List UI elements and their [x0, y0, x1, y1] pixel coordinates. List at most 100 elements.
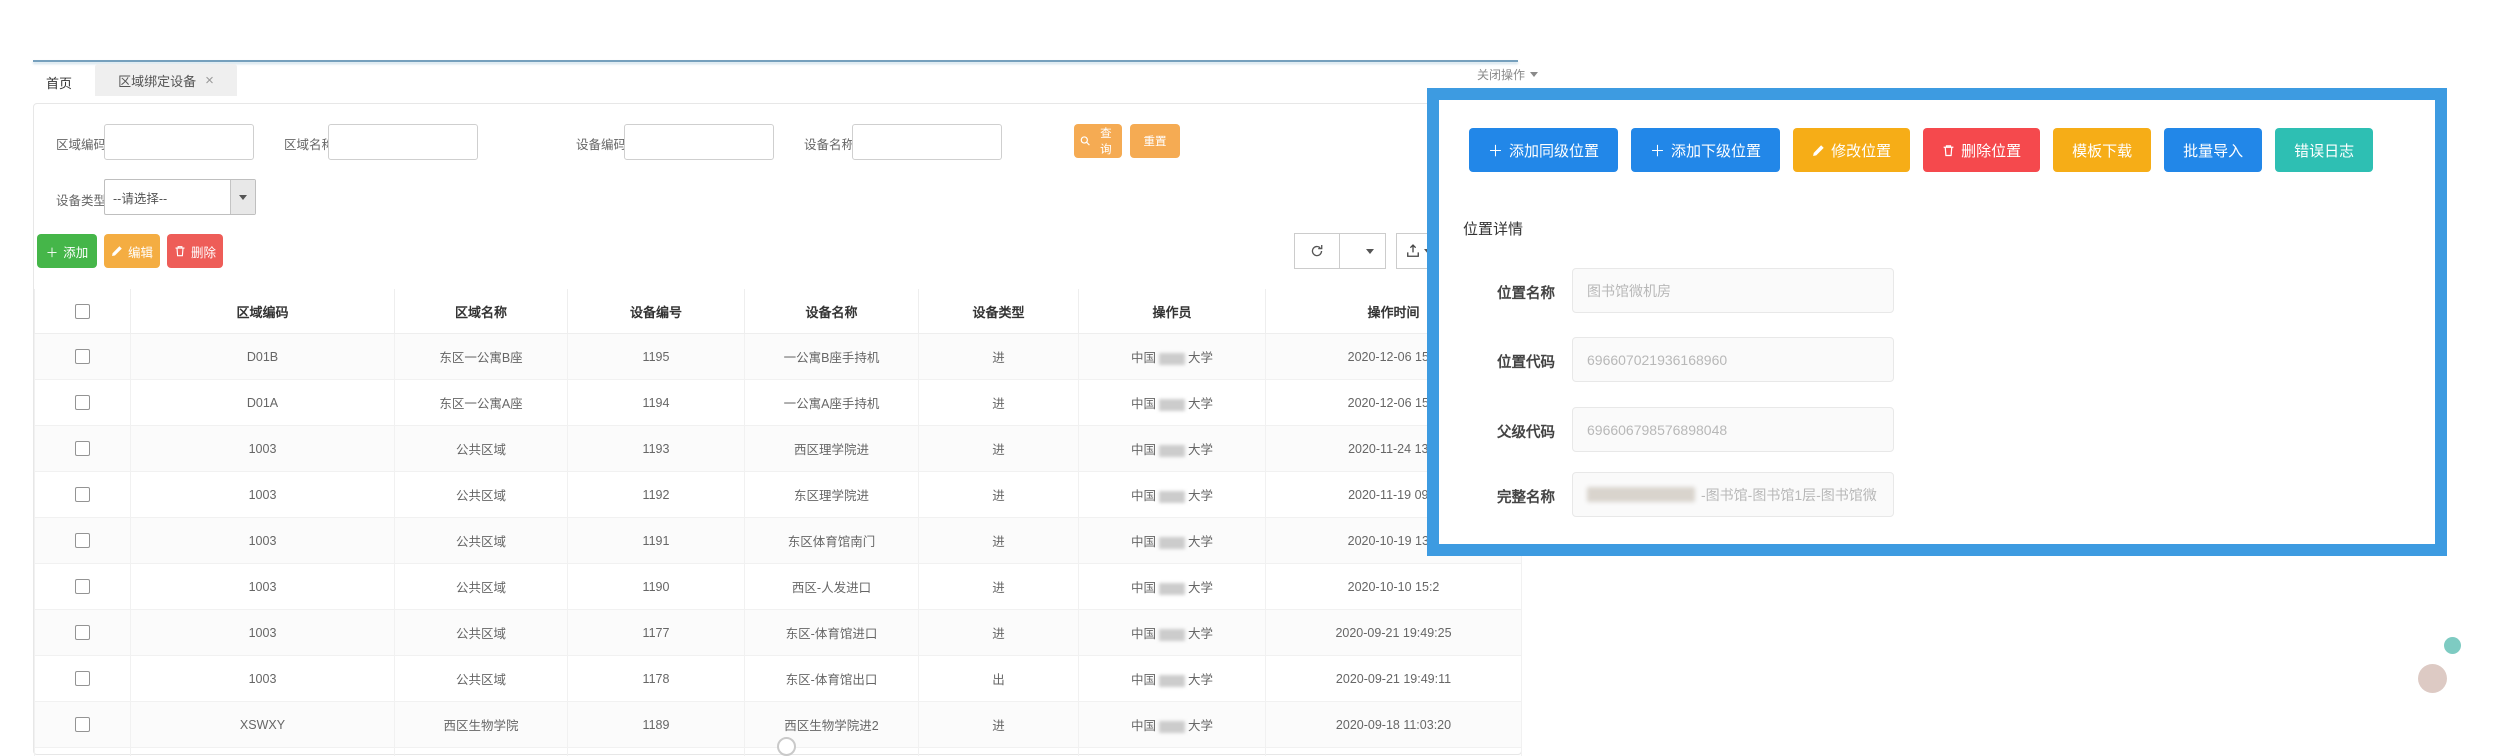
- region-name-input[interactable]: [328, 124, 478, 160]
- cell-time: 2020-09-21 19:49:25: [1265, 609, 1522, 656]
- columns-toggle-button[interactable]: [1340, 233, 1386, 269]
- delete-button[interactable]: 删除: [167, 234, 223, 268]
- batch-import-button[interactable]: 批量导入: [2164, 128, 2263, 172]
- cell-area-code: XSWXY: [130, 701, 395, 748]
- search-button[interactable]: 查询: [1074, 124, 1122, 158]
- cell-device-name: 东区-体育馆进口: [744, 609, 919, 656]
- cell-operator: 中国 大学: [1078, 471, 1266, 518]
- row-checkbox[interactable]: [75, 717, 90, 733]
- table-row[interactable]: 1003 公共区域 1178 东区-体育馆出口出 中国 大学 2020-09-21 19:4…: [34, 655, 1522, 702]
- device-type-select[interactable]: --请选择--: [104, 179, 256, 215]
- delete-button-label: 删除: [190, 245, 216, 260]
- row-checkbox[interactable]: [75, 441, 90, 457]
- redacted-text-block: [1159, 720, 1185, 733]
- row-checkbox[interactable]: [75, 533, 90, 549]
- table-row[interactable]: 1003 公共区域 1191 东区体育馆南门进中国 大学 2020-10-19 13:0: [34, 517, 1522, 564]
- cell-operator: 中国 大学: [1078, 379, 1266, 426]
- reset-button[interactable]: 重置: [1130, 124, 1180, 158]
- region-name-label: 区域名称: [284, 138, 335, 152]
- location-name-field[interactable]: [1572, 268, 1894, 313]
- add-sibling-location-button[interactable]: ＋ 添加同级位置: [1469, 128, 1619, 172]
- select-all-checkbox-box[interactable]: [75, 304, 90, 320]
- cell-device-name: 东区体育馆南门: [744, 517, 919, 564]
- tab-region-bound-device-label: 区域绑定设备: [118, 73, 197, 89]
- cell-area-name: 西区生物学院: [394, 701, 568, 748]
- location-name-label: 位置名称: [1497, 286, 1555, 302]
- decorative-dot-pink: [2418, 664, 2447, 693]
- row-checkbox[interactable]: [75, 487, 90, 503]
- cell-device-type: 进: [918, 379, 1079, 426]
- table-row[interactable]: 1003 公共区域 1192 东区理学院进进中国 大学 2020-11-19 09:3: [34, 471, 1522, 518]
- operator-prefix: 中国: [1130, 351, 1156, 365]
- device-name-input[interactable]: [852, 124, 1002, 160]
- tab-region-bound-device[interactable]: 区域绑定设备 ×: [95, 64, 237, 96]
- row-checkbox[interactable]: [75, 625, 90, 641]
- region-code-input[interactable]: [104, 124, 254, 160]
- modify-location-button[interactable]: 修改位置: [1793, 128, 1911, 172]
- delete-location-button[interactable]: 删除位置: [1923, 128, 2041, 172]
- col-operator: 操作员: [1078, 289, 1266, 334]
- location-code-field[interactable]: [1572, 337, 1894, 382]
- tab-home[interactable]: 首页: [38, 68, 80, 97]
- refresh-icon: [1311, 245, 1323, 257]
- columns-grid-icon: [1351, 245, 1362, 257]
- full-name-field[interactable]: -图书馆-图书馆1层-图书馆微: [1572, 472, 1894, 517]
- cell-device-type: 进: [918, 425, 1079, 472]
- search-icon: [1080, 136, 1090, 146]
- device-code-input[interactable]: [624, 124, 774, 160]
- edit-button[interactable]: 编辑: [104, 234, 160, 268]
- add-child-location-button[interactable]: ＋ 添加下级位置: [1631, 128, 1781, 172]
- table-row[interactable]: D01A 东区一公寓A座 1194 一公寓A座手持机进中国 大学 2020-12-06 1…: [34, 379, 1522, 426]
- cell-area-code: 1003: [130, 655, 395, 702]
- row-checkbox[interactable]: [75, 395, 90, 411]
- edit-button-label: 编辑: [127, 245, 153, 260]
- cell-check: [34, 379, 131, 426]
- reset-button-label: 重置: [1143, 136, 1167, 148]
- device-table-body: D01B 东区一公寓B座 1195 一公寓B座手持机进中国 大学 2020-12-06 1…: [34, 333, 1522, 756]
- pencil-icon: [1813, 144, 1824, 156]
- cell-device-name: 西区理学院进: [744, 425, 919, 472]
- topbar-action-dropdown[interactable]: 关闭操作: [1477, 66, 1539, 83]
- cell-check: [34, 471, 131, 518]
- row-checkbox[interactable]: [75, 349, 90, 365]
- cell-area-name: 东区一公寓A座: [394, 379, 568, 426]
- operator-suffix: 大学: [1188, 489, 1214, 503]
- operator-suffix: 大学: [1188, 443, 1214, 457]
- cell-area-code: 1003: [130, 471, 395, 518]
- cell-device-no: 1178: [567, 655, 745, 702]
- table-row[interactable]: 1003 公共区域 1193 西区理学院进进中国 大学 2020-11-24 13:1: [34, 425, 1522, 472]
- operator-prefix: 中国: [1130, 535, 1156, 549]
- parent-code-field[interactable]: [1572, 407, 1894, 452]
- operator-prefix: 中国: [1130, 581, 1156, 595]
- table-row[interactable]: 1003 公共区域 1190 西区-人发进口进 中国 大学 2020-10-10 15:2: [34, 563, 1522, 610]
- plus-icon: ＋: [45, 245, 59, 260]
- cell-area-name: 东区一公寓B座: [394, 333, 568, 380]
- cell-device-type: 进: [918, 701, 1079, 748]
- col-area-code: 区域编码: [130, 289, 395, 334]
- device-code-label: 设备编码: [576, 138, 627, 152]
- col-device-name: 设备名称: [744, 289, 919, 334]
- cell-check: [34, 609, 131, 656]
- cell-check: [34, 563, 131, 610]
- refresh-button[interactable]: [1294, 233, 1340, 269]
- trash-icon: [175, 246, 185, 257]
- table-row[interactable]: D01B 东区一公寓B座 1195 一公寓B座手持机进中国 大学 2020-12-06 1…: [34, 333, 1522, 380]
- cell-time: 2020-09-18 11:03:11: [1265, 747, 1522, 756]
- cell-check: [34, 655, 131, 702]
- add-button[interactable]: ＋ 添加: [37, 234, 97, 268]
- row-checkbox[interactable]: [75, 671, 90, 687]
- error-log-button[interactable]: 错误日志: [2275, 128, 2374, 172]
- cell-device-no: 1188: [567, 747, 745, 756]
- select-all-checkbox[interactable]: [34, 289, 131, 334]
- cell-area-name: 公共区域: [394, 425, 568, 472]
- operator-suffix: 大学: [1188, 719, 1214, 733]
- full-name-value: -图书馆-图书馆1层-图书馆微: [1701, 486, 1877, 503]
- plus-icon: ＋: [1488, 142, 1504, 160]
- template-download-button[interactable]: 模板下载: [2053, 128, 2152, 172]
- tab-close-icon[interactable]: ×: [205, 73, 214, 88]
- cell-area-code: D01A: [130, 379, 395, 426]
- cell-area-name: 公共区域: [394, 471, 568, 518]
- row-checkbox[interactable]: [75, 579, 90, 595]
- table-row[interactable]: 1003 公共区域 1177 东区-体育馆进口进 中国 大学 2020-09-21 19:4…: [34, 609, 1522, 656]
- select-arrow-box[interactable]: [230, 180, 255, 214]
